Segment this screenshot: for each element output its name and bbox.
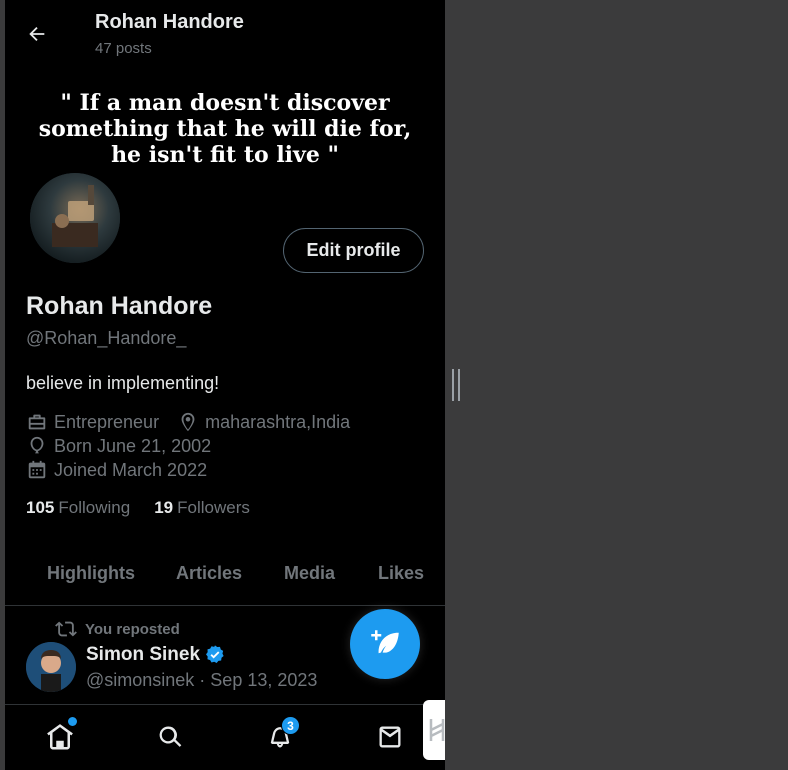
repost-icon xyxy=(55,621,77,637)
resize-grip-bar xyxy=(458,369,460,401)
banner-quote-line: he isn't fit to live " xyxy=(111,142,339,168)
search-icon xyxy=(159,726,182,747)
user-handle: @Rohan_Handore_ xyxy=(26,328,187,348)
avatar-image xyxy=(30,173,120,263)
panel-resize-handle[interactable] xyxy=(452,369,460,401)
birthday-row: Born June 21, 2002 xyxy=(26,435,211,457)
author-photo xyxy=(26,642,76,692)
resize-grip-bar xyxy=(452,369,454,401)
joined-row: Joined March 2022 xyxy=(26,459,207,481)
post-author-name: Simon Sinek xyxy=(86,644,201,665)
back-button[interactable] xyxy=(21,18,53,50)
compose-post-button[interactable] xyxy=(350,609,420,679)
born-text: Born June 21, 2002 xyxy=(54,435,212,456)
nav-search[interactable] xyxy=(153,720,187,754)
post-meta: @simonsinek · Sep 13, 2023 xyxy=(86,670,318,690)
followers-label: Followers xyxy=(177,498,250,517)
profile-meta-row: Entrepreneur maharashtra,India xyxy=(26,411,368,433)
compose-post-icon xyxy=(371,630,399,654)
mail-icon xyxy=(379,726,401,748)
profile-tabs: Highlights Articles Media Likes xyxy=(5,548,445,606)
post-author[interactable]: Simon Sinek xyxy=(86,644,226,666)
banner-quote-line: " If a man doesn't discover xyxy=(60,90,390,116)
tab-highlights[interactable]: Highlights xyxy=(47,563,135,584)
nav-messages[interactable] xyxy=(373,720,407,754)
briefcase-icon xyxy=(28,414,46,430)
profession-item: Entrepreneur xyxy=(26,411,159,433)
post-author-avatar[interactable] xyxy=(26,642,76,692)
extension-widget[interactable] xyxy=(423,700,445,760)
extension-logo-icon xyxy=(429,719,444,741)
followers-count: 19 xyxy=(154,498,174,517)
back-arrow-icon xyxy=(29,26,45,42)
home-unread-dot xyxy=(68,717,77,726)
tab-media[interactable]: Media xyxy=(284,563,335,584)
banner-quote-line: something that he will die for, xyxy=(38,116,412,142)
bio-text: believe in implementing! xyxy=(26,373,220,393)
verified-badge-icon xyxy=(206,645,224,663)
balloon-icon xyxy=(30,436,44,454)
display-name: Rohan Handore xyxy=(26,292,213,320)
profile-avatar[interactable] xyxy=(27,170,123,266)
posts-count: 47 posts xyxy=(95,40,152,57)
home-icon xyxy=(47,724,73,750)
following-count: 105 xyxy=(26,498,55,517)
joined-text: Joined March 2022 xyxy=(54,459,208,480)
location-pin-icon xyxy=(181,412,195,432)
tab-articles[interactable]: Articles xyxy=(176,563,242,584)
top-bar: Rohan Handore 47 posts xyxy=(5,0,445,70)
followers-link[interactable]: 19 Followers xyxy=(154,498,250,518)
calendar-icon xyxy=(28,460,46,479)
following-label: Following xyxy=(58,498,131,517)
notifications-badge: 3 xyxy=(281,716,300,735)
location-item: maharashtra,India xyxy=(177,411,350,433)
repost-indicator: You reposted xyxy=(55,618,180,640)
bottom-nav: 3 xyxy=(5,704,445,770)
profession-text: Entrepreneur xyxy=(54,411,160,432)
tab-likes[interactable]: Likes xyxy=(378,563,424,584)
profile-panel: Rohan Handore 47 posts " If a man doesn'… xyxy=(5,0,445,770)
header-name: Rohan Handore xyxy=(95,11,244,33)
location-text: maharashtra,India xyxy=(205,411,351,432)
repost-text: You reposted xyxy=(85,620,180,638)
following-link[interactable]: 105 Following xyxy=(26,498,130,518)
edit-profile-button[interactable]: Edit profile xyxy=(283,228,424,273)
nav-home[interactable] xyxy=(43,717,77,754)
follow-stats: 105 Following 19 Followers xyxy=(26,498,274,518)
nav-notifications[interactable]: 3 xyxy=(263,716,300,754)
